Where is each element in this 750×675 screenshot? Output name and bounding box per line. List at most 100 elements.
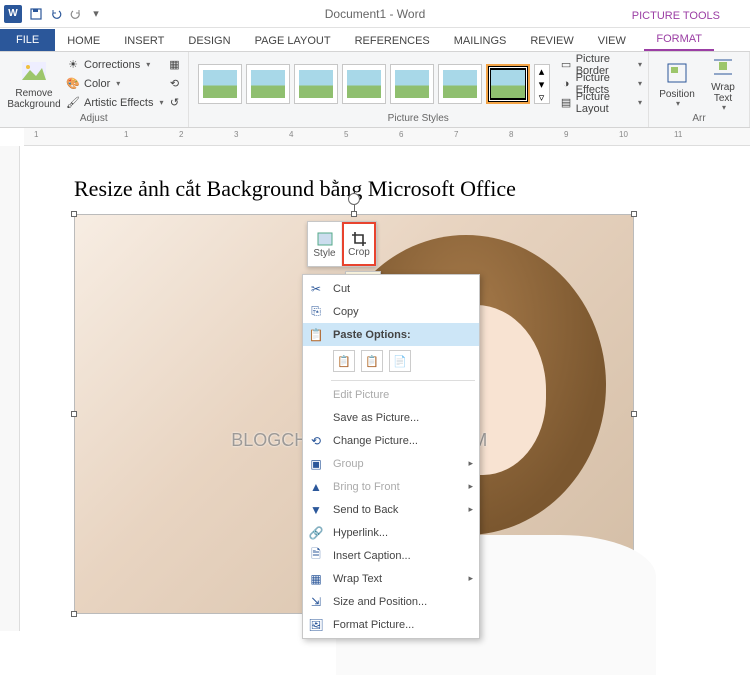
ctx-edit-picture: Edit Picture [303, 383, 479, 406]
picture-layout-button[interactable]: ▤Picture Layout▾ [561, 94, 643, 112]
picture-border-icon: ▭ [561, 58, 572, 72]
undo-icon[interactable] [46, 4, 66, 24]
style-thumb[interactable] [198, 64, 242, 104]
group-arrange-label: Arr [655, 113, 743, 125]
vertical-ruler[interactable] [0, 146, 20, 631]
group-adjust-label: Adjust [6, 113, 182, 125]
paste-options-row: 📋 📋 📄 [303, 346, 479, 378]
mini-style-icon [316, 230, 334, 248]
tab-home[interactable]: HOME [55, 31, 112, 51]
ctx-cut[interactable]: ✂Cut [303, 277, 479, 300]
tab-view[interactable]: VIEW [586, 31, 638, 51]
picture-style-gallery[interactable]: ▴▾▿ [195, 61, 553, 107]
tab-file[interactable]: FILE [0, 29, 55, 51]
wrap-text-button[interactable]: Wrap Text▾ [703, 55, 743, 113]
group-picture-styles: ▴▾▿ ▭Picture Border▾ ◑Picture Effects▾ ▤… [189, 52, 650, 127]
caption-icon: 🗎 [307, 548, 325, 564]
tab-design[interactable]: DESIGN [176, 31, 242, 51]
artistic-icon: 🖌 [66, 96, 80, 110]
ctx-insert-caption[interactable]: 🗎Insert Caption... [303, 544, 479, 567]
group-styles-label: Picture Styles [195, 113, 643, 125]
resize-handle[interactable] [351, 211, 357, 217]
tab-references[interactable]: REFERENCES [343, 31, 442, 51]
ctx-wrap-text[interactable]: ▦Wrap Text▸ [303, 567, 479, 590]
paste-option-3[interactable]: 📄 [389, 350, 411, 372]
rotate-handle[interactable] [348, 193, 360, 205]
context-menu: ✂Cut ⎘Copy 📋Paste Options: 📋 📋 📄 Edit Pi… [302, 274, 480, 639]
style-thumb[interactable] [246, 64, 290, 104]
wrap-text-icon: ▦ [307, 571, 325, 587]
picture-layout-icon: ▤ [561, 96, 572, 110]
style-thumb[interactable] [390, 64, 434, 104]
group-adjust: Remove Background ☀Corrections▾ 🎨Color▾ … [0, 52, 189, 127]
bring-front-icon: ▲ [307, 479, 325, 495]
mini-style-button[interactable]: Style [308, 222, 342, 266]
paste-option-1[interactable]: 📋 [333, 350, 355, 372]
mini-toolbar: Style Crop [307, 221, 377, 267]
ctx-format-picture[interactable]: 🖼Format Picture... [303, 613, 479, 636]
group-arrange: Position▾ Wrap Text▾ Arr [649, 52, 750, 127]
resize-handle[interactable] [631, 211, 637, 217]
format-picture-icon: 🖼 [307, 617, 325, 633]
remove-background-button[interactable]: Remove Background [6, 55, 62, 113]
selected-picture[interactable]: BLOGCHIASEKIENTHUC.COM Style Crop Crop ✂… [74, 214, 634, 614]
crop-icon [351, 231, 367, 247]
position-icon [663, 59, 691, 87]
save-icon[interactable] [26, 4, 46, 24]
corrections-button[interactable]: ☀Corrections▾ [66, 56, 164, 74]
color-button[interactable]: 🎨Color▾ [66, 75, 164, 93]
resize-handle[interactable] [71, 611, 77, 617]
style-thumb-selected[interactable] [486, 64, 530, 104]
color-icon: 🎨 [66, 77, 80, 91]
copy-icon: ⎘ [307, 304, 325, 320]
gallery-more-icon[interactable]: ▴▾▿ [534, 64, 550, 104]
style-thumb[interactable] [438, 64, 482, 104]
remove-background-label: Remove Background [6, 88, 62, 110]
artistic-effects-button[interactable]: 🖌Artistic Effects▾ [66, 94, 164, 112]
corrections-icon: ☀ [66, 58, 80, 72]
ctx-change-picture[interactable]: ⟲Change Picture... [303, 429, 479, 452]
tab-review[interactable]: REVIEW [518, 31, 585, 51]
document-area[interactable]: Resize ảnh cắt Background bằng Microsoft… [0, 146, 750, 631]
change-pic-icon: ⟲ [168, 77, 182, 91]
hyperlink-icon: 🔗 [307, 525, 325, 541]
picture-effects-icon: ◑ [561, 77, 572, 91]
ctx-size-position[interactable]: ⇲Size and Position... [303, 590, 479, 613]
page[interactable]: Resize ảnh cắt Background bằng Microsoft… [44, 146, 664, 631]
send-back-icon: ▼ [307, 502, 325, 518]
ctx-save-as-picture[interactable]: Save as Picture... [303, 406, 479, 429]
ctx-copy[interactable]: ⎘Copy [303, 300, 479, 323]
title-bar: W ▾ Document1 - Word PICTURE TOOLS [0, 0, 750, 28]
ctx-hyperlink[interactable]: 🔗Hyperlink... [303, 521, 479, 544]
word-app-icon: W [4, 5, 22, 23]
resize-handle[interactable] [71, 411, 77, 417]
resize-handle[interactable] [71, 211, 77, 217]
ctx-paste-options[interactable]: 📋Paste Options: [303, 323, 479, 346]
ribbon-tabs: FILE HOME INSERT DESIGN PAGE LAYOUT REFE… [0, 28, 750, 52]
tab-format[interactable]: FORMAT [644, 29, 714, 51]
resize-handle[interactable] [631, 411, 637, 417]
contextual-tab-title: PICTURE TOOLS [622, 6, 730, 22]
paste-option-2[interactable]: 📋 [361, 350, 383, 372]
tab-page-layout[interactable]: PAGE LAYOUT [243, 31, 343, 51]
ctx-send-back[interactable]: ▼Send to Back▸ [303, 498, 479, 521]
tab-mailings[interactable]: MAILINGS [442, 31, 519, 51]
position-button[interactable]: Position▾ [655, 55, 699, 113]
ribbon: Remove Background ☀Corrections▾ 🎨Color▾ … [0, 52, 750, 128]
horizontal-ruler[interactable]: 1 12 34 56 78 910 11 [24, 128, 750, 146]
reset-icon: ↺ [168, 96, 182, 110]
compress-icon: ▦ [168, 58, 182, 72]
redo-icon[interactable] [66, 4, 86, 24]
cut-icon: ✂ [307, 281, 325, 297]
compress-button[interactable]: ▦ [168, 56, 182, 74]
mini-crop-button[interactable]: Crop [342, 222, 376, 266]
wrap-text-icon [709, 55, 737, 80]
tab-insert[interactable]: INSERT [112, 31, 176, 51]
qat-customize-icon[interactable]: ▾ [86, 4, 106, 24]
change-picture-icon: ⟲ [307, 433, 325, 449]
change-pic-button[interactable]: ⟲ [168, 75, 182, 93]
size-position-icon: ⇲ [307, 594, 325, 610]
style-thumb[interactable] [294, 64, 338, 104]
reset-pic-button[interactable]: ↺ [168, 94, 182, 112]
style-thumb[interactable] [342, 64, 386, 104]
